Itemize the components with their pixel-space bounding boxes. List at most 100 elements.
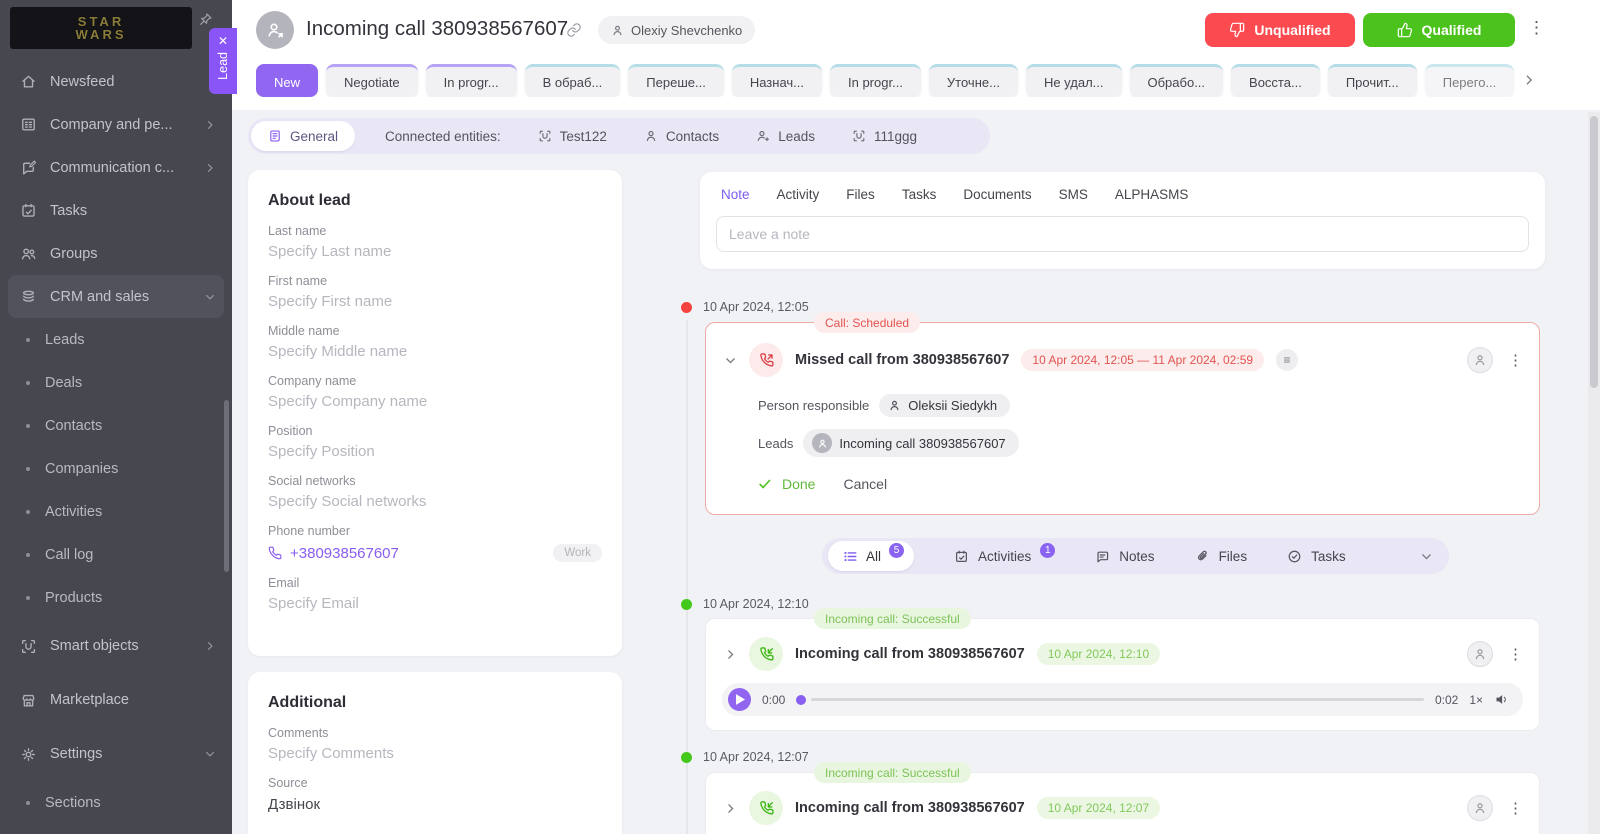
tab-test122[interactable]: Test122	[538, 129, 607, 144]
tab-contacts[interactable]: Contacts	[644, 129, 719, 144]
tab-activity[interactable]: Activity	[777, 187, 820, 202]
sidebar-item-settings[interactable]: Settings	[0, 727, 232, 781]
sidebar-item-companies[interactable]: Companies	[0, 447, 232, 490]
tab-tasks[interactable]: Tasks	[902, 187, 937, 202]
sidebar-item-deals[interactable]: Deals	[0, 361, 232, 404]
note-composer: Note Activity Files Tasks Documents SMS …	[700, 172, 1545, 269]
sidebar-item-communication[interactable]: Communication c...	[0, 146, 232, 189]
copy-link-icon[interactable]	[566, 22, 582, 38]
sidebar-item-marketplace[interactable]: Marketplace	[0, 673, 232, 727]
filter-activities[interactable]: Activities 1	[954, 549, 1055, 564]
sidebar-scrollbar-thumb[interactable]	[224, 400, 229, 572]
stage-chip[interactable]: In progr...	[426, 64, 517, 97]
field-placeholder[interactable]: Specify Social networks	[268, 493, 602, 510]
sidebar-item-sections[interactable]: Sections	[0, 781, 232, 824]
qualified-button[interactable]: Qualified	[1363, 13, 1515, 47]
field-value[interactable]: Дзвінок	[268, 796, 602, 813]
sidebar-item-company[interactable]: Company and pe...	[0, 103, 232, 146]
sidebar-item-leads[interactable]: Leads	[0, 318, 232, 361]
stage-chip-new[interactable]: New	[256, 64, 318, 97]
field-social-networks: Social networks Specify Social networks	[268, 474, 602, 510]
header-kebab-menu[interactable]: ⋮	[1528, 18, 1545, 38]
people-icon	[20, 245, 37, 262]
timeline-dot-red	[681, 302, 692, 313]
tab-documents[interactable]: Documents	[963, 187, 1031, 202]
volume-icon[interactable]	[1494, 692, 1509, 707]
tab-note[interactable]: Note	[721, 187, 750, 202]
person-responsible-chip[interactable]: Oleksii Siedykh	[879, 394, 1010, 417]
expand-icon[interactable]	[724, 802, 737, 815]
field-placeholder[interactable]: Specify Comments	[268, 745, 602, 762]
player-speed[interactable]: 1×	[1469, 693, 1483, 707]
card-kebab-menu[interactable]: ⋮	[1508, 799, 1523, 817]
expand-icon[interactable]	[724, 648, 737, 661]
field-label: Phone number	[268, 524, 602, 538]
filter-chevron-down-icon[interactable]	[1420, 550, 1433, 563]
stage-chip[interactable]: In progr...	[830, 64, 921, 97]
field-placeholder[interactable]: Specify Position	[268, 443, 602, 460]
sidebar-item-newsfeed[interactable]: Newsfeed	[0, 60, 232, 103]
app-logo[interactable]: STAR WARS	[10, 7, 192, 49]
stage-chip[interactable]: Переше...	[628, 64, 724, 97]
sidebar-item-tasks[interactable]: Tasks	[0, 189, 232, 232]
call-title: Incoming call from 380938567607	[795, 800, 1025, 816]
lead-reference-chip[interactable]: Incoming call 380938567607	[803, 429, 1018, 457]
sidebar-item-contacts[interactable]: Contacts	[0, 404, 232, 447]
stage-chip[interactable]: Обрабо...	[1130, 64, 1224, 97]
sidebar-item-crm[interactable]: CRM and sales	[8, 275, 224, 318]
unqualified-button[interactable]: Unqualified	[1205, 13, 1355, 47]
sidebar-item-call-log[interactable]: Call log	[0, 533, 232, 576]
sidebar-item-smart-objects[interactable]: Smart objects	[0, 619, 232, 673]
stage-chip[interactable]: Прочит...	[1328, 64, 1417, 97]
filter-notes[interactable]: Notes	[1095, 549, 1154, 564]
sidebar-item-activities[interactable]: Activities	[0, 490, 232, 533]
call-title: Incoming call from 380938567607	[795, 646, 1025, 662]
tab-111ggg[interactable]: 111ggg	[852, 129, 917, 144]
stage-chip[interactable]: Не удал...	[1026, 64, 1122, 97]
player-seek-handle[interactable]	[796, 695, 806, 705]
player-track[interactable]	[811, 698, 1424, 701]
stages-scroll-right-icon[interactable]	[1522, 73, 1536, 87]
tab-leads[interactable]: Leads	[756, 129, 815, 144]
play-button[interactable]	[728, 688, 751, 711]
pin-icon[interactable]	[198, 12, 213, 27]
phone-link[interactable]: +380938567607	[268, 545, 399, 562]
chat-pen-icon	[20, 159, 37, 176]
stage-chip[interactable]: Восста...	[1231, 64, 1320, 97]
stage-chip[interactable]: Negotiate	[326, 64, 418, 97]
field-placeholder[interactable]: Specify Email	[268, 595, 602, 612]
tab-sms[interactable]: SMS	[1059, 187, 1088, 202]
filter-files[interactable]: Files	[1195, 549, 1248, 564]
tab-general[interactable]: General	[251, 121, 355, 151]
card-kebab-menu[interactable]: ⋮	[1508, 351, 1523, 369]
description-chip[interactable]: ≡	[1276, 349, 1298, 371]
filter-all[interactable]: All 5	[828, 541, 914, 571]
stage-chip[interactable]: Уточне...	[929, 64, 1018, 97]
sidebar-item-products[interactable]: Products	[0, 576, 232, 619]
page-scrollbar-thumb[interactable]	[1590, 116, 1598, 388]
call-period-chip: 10 Apr 2024, 12:05 — 11 Apr 2024, 02:59	[1021, 349, 1264, 371]
card-kebab-menu[interactable]: ⋮	[1508, 645, 1523, 663]
sidebar-item-groups[interactable]: Groups	[0, 232, 232, 275]
field-placeholder[interactable]: Specify Company name	[268, 393, 602, 410]
field-placeholder[interactable]: Specify Middle name	[268, 343, 602, 360]
person-icon	[644, 129, 658, 143]
note-input[interactable]	[716, 216, 1529, 252]
stage-chip[interactable]: Назнач...	[732, 64, 822, 97]
cancel-button[interactable]: Cancel	[843, 476, 887, 492]
stage-chip[interactable]: Перего...	[1425, 64, 1515, 97]
close-icon[interactable]: ✕	[218, 35, 228, 47]
sidebar-item-label: Sections	[45, 795, 101, 811]
field-placeholder[interactable]: Specify First name	[268, 293, 602, 310]
collapse-icon[interactable]	[724, 354, 737, 367]
tab-alphasms[interactable]: ALPHASMS	[1115, 187, 1189, 202]
lead-panel-tab[interactable]: ✕ Lead	[209, 28, 237, 94]
stage-chip[interactable]: В обраб...	[525, 64, 621, 97]
filter-label: Tasks	[1311, 549, 1346, 564]
field-comments: Comments Specify Comments	[268, 726, 602, 762]
filter-tasks[interactable]: Tasks	[1287, 549, 1346, 564]
field-placeholder[interactable]: Specify Last name	[268, 243, 602, 260]
done-button[interactable]: Done	[758, 476, 815, 492]
tab-files[interactable]: Files	[846, 187, 875, 202]
responsible-pill[interactable]: Olexiy Shevchenko	[598, 16, 755, 44]
